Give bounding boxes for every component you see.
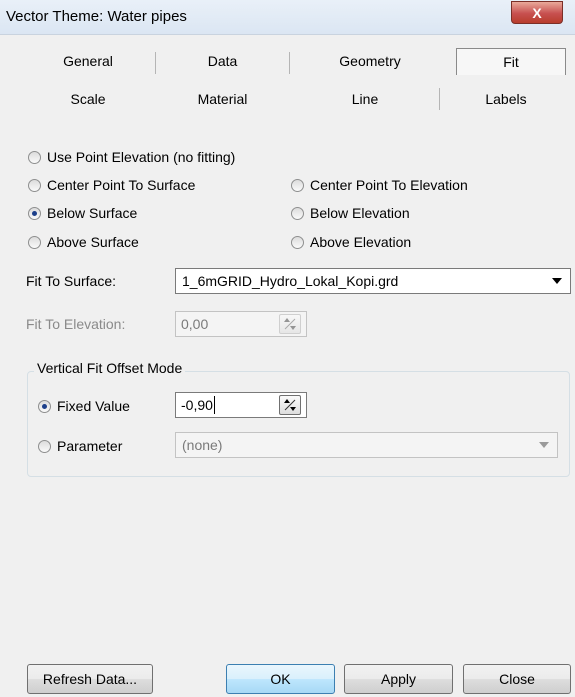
tab-material[interactable]: Material	[156, 86, 289, 112]
close-button[interactable]: Close	[463, 664, 571, 694]
radio-indicator[interactable]	[291, 235, 304, 249]
spin-arrows-icon	[284, 399, 296, 411]
chevron-down-icon	[539, 442, 549, 448]
radio-center-point-to-elevation[interactable]: Center Point To Elevation	[291, 175, 468, 195]
parameter-select: (none)	[175, 432, 558, 458]
tab-divider	[439, 88, 440, 110]
tab-data[interactable]: Data	[156, 48, 289, 74]
window-title: Vector Theme: Water pipes	[6, 8, 187, 25]
radio-center-point-to-surface[interactable]: Center Point To Surface	[28, 175, 195, 195]
tab-line[interactable]: Line	[290, 86, 440, 112]
apply-button[interactable]: Apply	[344, 664, 453, 694]
window-close-button[interactable]: X	[511, 1, 563, 24]
radio-indicator[interactable]	[28, 150, 41, 164]
radio-indicator[interactable]	[291, 206, 304, 220]
spin-arrows-icon	[284, 318, 296, 330]
tab-geometry[interactable]: Geometry	[290, 48, 450, 74]
chevron-down-icon[interactable]	[552, 278, 562, 284]
refresh-data-button[interactable]: Refresh Data...	[27, 664, 153, 694]
radio-fixed-value[interactable]: Fixed Value	[38, 396, 130, 416]
vertical-offset-group-title: Vertical Fit Offset Mode	[34, 360, 186, 376]
fit-to-surface-select[interactable]: 1_6mGRID_Hydro_Lokal_Kopi.grd	[175, 268, 571, 294]
radio-indicator[interactable]	[28, 235, 41, 249]
radio-indicator-checked[interactable]	[38, 399, 51, 413]
close-icon: X	[532, 4, 542, 21]
title-bar: Vector Theme: Water pipes X	[0, 0, 575, 35]
fixed-value-spin-button[interactable]	[279, 395, 301, 415]
radio-above-surface[interactable]: Above Surface	[28, 232, 139, 252]
tab-scale[interactable]: Scale	[22, 86, 154, 112]
tab-general[interactable]: General	[22, 48, 154, 74]
radio-parameter[interactable]: Parameter	[38, 436, 122, 456]
tab-labels[interactable]: Labels	[441, 86, 571, 112]
fit-to-elevation-spin-button	[279, 314, 301, 334]
radio-indicator[interactable]	[38, 439, 51, 453]
radio-use-point-elevation[interactable]: Use Point Elevation (no fitting)	[28, 147, 235, 167]
radio-indicator-checked[interactable]	[28, 206, 41, 220]
tab-fit[interactable]: Fit	[456, 48, 566, 75]
radio-above-elevation[interactable]: Above Elevation	[291, 232, 411, 252]
radio-below-surface[interactable]: Below Surface	[28, 203, 137, 223]
fit-to-surface-label: Fit To Surface:	[26, 273, 117, 289]
radio-indicator[interactable]	[28, 178, 41, 192]
vertical-offset-group	[27, 371, 570, 477]
ok-button[interactable]: OK	[226, 664, 335, 694]
fit-to-elevation-label: Fit To Elevation:	[26, 316, 126, 332]
text-caret	[213, 396, 215, 414]
radio-indicator[interactable]	[291, 178, 304, 192]
radio-below-elevation[interactable]: Below Elevation	[291, 203, 410, 223]
